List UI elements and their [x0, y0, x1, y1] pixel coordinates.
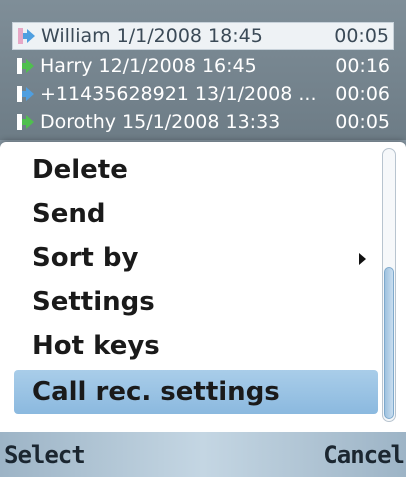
menu-item-delete[interactable]: Delete — [14, 148, 378, 192]
call-list-item-label: William 1/1/2008 18:45 — [41, 25, 263, 47]
call-list-item-label: +11435628921 13/1/2008 ... — [40, 83, 317, 105]
menu-item-label: Call rec. settings — [32, 377, 280, 407]
menu-item-label: Send — [32, 199, 106, 229]
incoming-call-icon — [18, 28, 35, 44]
call-recordings-list: William 1/1/2008 18:45 00:05 Harry 12/1/… — [0, 0, 406, 140]
select-softkey[interactable]: Select — [4, 441, 86, 469]
menu-item-settings[interactable]: Settings — [14, 280, 378, 324]
menu-item-label: Delete — [32, 155, 128, 185]
call-list-item[interactable]: +11435628921 13/1/2008 ... 00:06 — [12, 80, 394, 108]
options-menu: Delete Send Sort by Settings Hot keys Ca… — [0, 142, 406, 432]
submenu-arrow-icon — [359, 253, 366, 265]
menu-scrollbar[interactable] — [382, 148, 396, 422]
call-duration: 00:06 — [335, 83, 390, 105]
incoming-call-icon — [17, 86, 34, 102]
call-duration: 00:05 — [335, 111, 390, 133]
softkey-bar: Select Cancel — [0, 432, 406, 477]
menu-item-label: Settings — [32, 287, 155, 317]
call-list-item[interactable]: Dorothy 15/1/2008 13:33 00:05 — [12, 108, 394, 136]
menu-item-hot-keys[interactable]: Hot keys — [14, 324, 378, 368]
call-list-item-label: Harry 12/1/2008 16:45 — [40, 55, 257, 77]
outgoing-call-icon — [17, 114, 34, 130]
scrollbar-thumb[interactable] — [384, 267, 394, 419]
outgoing-call-icon — [17, 58, 34, 74]
menu-item-send[interactable]: Send — [14, 192, 378, 236]
menu-item-call-rec-settings[interactable]: Call rec. settings — [14, 370, 378, 414]
call-list-item[interactable]: William 1/1/2008 18:45 00:05 — [12, 22, 394, 50]
call-list-item-label: Dorothy 15/1/2008 13:33 — [40, 111, 281, 133]
call-duration: 00:05 — [334, 25, 389, 47]
call-list-item[interactable]: Harry 12/1/2008 16:45 00:16 — [12, 52, 394, 80]
menu-item-label: Hot keys — [32, 331, 160, 361]
call-duration: 00:16 — [335, 55, 390, 77]
menu-item-sort-by[interactable]: Sort by — [14, 236, 378, 280]
cancel-softkey[interactable]: Cancel — [323, 441, 405, 469]
menu-item-label: Sort by — [32, 243, 139, 273]
